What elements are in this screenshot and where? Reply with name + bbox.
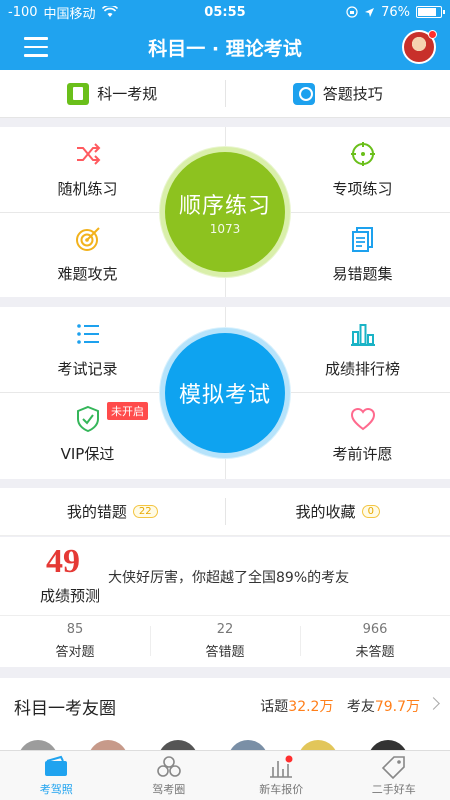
tips-link-label: 答题技巧	[322, 85, 383, 103]
score-prediction-panel: 49 成绩预测 大侠好厉害，你超越了全国89%的考友 85 答对题 22 答错题…	[0, 537, 450, 667]
rules-link[interactable]: 科一考规	[0, 70, 225, 117]
prediction-message: 大侠好厉害，你超越了全国89%的考友	[108, 570, 350, 586]
favorites-count-badge: 0	[361, 505, 380, 518]
wrong-label: 答错题	[205, 645, 245, 660]
sequential-practice-count: 1073	[209, 222, 241, 236]
avatar[interactable]	[18, 740, 58, 750]
chevron-right-icon	[427, 697, 440, 710]
quick-links-row: 科一考规 答题技巧	[0, 70, 450, 118]
avatar[interactable]	[88, 740, 128, 750]
tab-community-label: 驾考圈	[152, 782, 186, 796]
location-arrow-icon	[365, 7, 375, 17]
avatar[interactable]	[158, 740, 198, 750]
practice-panel: 随机练习 专项练习 难题攻克 易错题集 顺序练习 1073	[0, 127, 450, 297]
friends-count: 79.7万	[374, 699, 420, 715]
answer-stats: 85 答对题 22 答错题 966 未答题	[0, 615, 450, 667]
battery-icon	[416, 6, 445, 18]
error-prone-label: 易错题集	[332, 265, 393, 283]
tab-community[interactable]: 驾考圈	[113, 751, 226, 800]
document-stack-icon	[351, 227, 373, 252]
friends-label: 考友	[346, 699, 375, 715]
carrier-name: 中国移动	[43, 6, 96, 22]
avatar[interactable]	[298, 740, 338, 750]
exam-panel: 考试记录 成绩排行榜 VIP保过 未开启 考前许愿 模拟考试	[0, 307, 450, 479]
bullseye-icon	[75, 227, 100, 251]
header: 科目一 · 理论考试	[0, 24, 450, 70]
predicted-score-label: 成绩预测	[40, 587, 101, 605]
leaderboard-label: 成绩排行榜	[324, 360, 400, 378]
tab-used-cars[interactable]: 二手好车	[338, 751, 450, 800]
list-icon	[76, 324, 99, 344]
status-time: 05:55	[204, 4, 246, 20]
correct-label: 答对题	[55, 645, 95, 660]
price-chart-icon	[270, 755, 293, 778]
tips-link[interactable]: 答题技巧	[226, 70, 450, 117]
status-bar: -100 中国移动 05:55 76%	[0, 0, 450, 24]
tab-new-car-prices-label: 新车报价	[259, 782, 304, 796]
random-practice-label: 随机练习	[57, 180, 118, 198]
community-title: 科目一考友圈	[14, 699, 116, 719]
community-avatar-strip	[0, 738, 450, 750]
predicted-score: 49	[46, 543, 80, 580]
signal-strength: -100	[8, 4, 38, 20]
rotation-lock-icon	[346, 6, 358, 18]
topics-label: 话题	[260, 699, 289, 715]
shield-check-icon	[76, 405, 99, 433]
vip-status-badge: 未开启	[107, 402, 148, 420]
notification-dot	[428, 30, 437, 39]
my-wrong-questions-button[interactable]: 我的错题 22	[0, 488, 225, 535]
menu-icon[interactable]	[24, 37, 48, 57]
tab-new-car-prices[interactable]: 新车报价	[225, 751, 338, 800]
topics-count: 32.2万	[288, 699, 334, 715]
hard-questions-label: 难题攻克	[57, 265, 118, 283]
heart-icon	[350, 407, 375, 431]
battery-fill	[418, 8, 437, 16]
avatar[interactable]	[228, 740, 268, 750]
avatar[interactable]	[368, 740, 408, 750]
exam-records-label: 考试记录	[57, 360, 118, 378]
wrong-stat: 22 答错题	[150, 616, 300, 667]
community-section[interactable]: 科目一考友圈 话题32.2万 考友79.7万	[0, 678, 450, 740]
wifi-icon	[101, 6, 118, 17]
tab-driving-license[interactable]: 考驾照	[0, 751, 113, 800]
wrong-count-badge: 22	[132, 505, 158, 518]
target-crosshair-icon	[350, 142, 375, 166]
vip-pass-label: VIP保过	[60, 445, 115, 463]
top-bar: -100 中国移动 05:55 76% 科目一 · 理论考试	[0, 0, 450, 70]
tips-icon	[292, 82, 315, 105]
unanswered-stat: 966 未答题	[300, 616, 450, 667]
unanswered-label: 未答题	[355, 645, 395, 660]
sequential-practice-label: 顺序练习	[178, 194, 271, 219]
rules-link-label: 科一考规	[97, 85, 158, 103]
battery-percent: 76%	[381, 4, 410, 20]
tab-driving-license-label: 考驾照	[39, 782, 73, 796]
license-card-icon	[45, 755, 68, 776]
shuffle-icon	[76, 143, 100, 165]
price-tag-icon	[381, 755, 405, 779]
community-stats: 话题32.2万 考友79.7万	[260, 696, 420, 716]
correct-stat: 85 答对题	[0, 616, 150, 667]
my-favorites-button[interactable]: 我的收藏 0	[226, 488, 450, 535]
collections-row: 我的错题 22 我的收藏 0	[0, 488, 450, 536]
rules-book-icon	[67, 82, 90, 105]
mock-exam-button[interactable]: 模拟考试	[165, 333, 285, 453]
sequential-practice-button[interactable]: 顺序练习 1073	[165, 152, 285, 272]
mock-exam-label: 模拟考试	[178, 383, 271, 408]
correct-count: 85	[66, 622, 84, 637]
avatar[interactable]	[402, 30, 437, 64]
my-favorites-label: 我的收藏	[295, 503, 356, 521]
bar-chart-icon	[350, 324, 375, 346]
unanswered-count: 966	[362, 622, 388, 637]
circles-icon	[156, 755, 181, 777]
tab-used-cars-label: 二手好车	[371, 782, 416, 796]
topic-practice-label: 专项练习	[332, 180, 393, 198]
bottom-tab-bar: 考驾照 驾考圈 新车报价 二手好车	[0, 750, 450, 800]
wrong-count: 22	[216, 622, 234, 637]
my-wrong-questions-label: 我的错题	[66, 503, 127, 521]
exam-wish-label: 考前许愿	[332, 445, 393, 463]
page-title: 科目一 · 理论考试	[148, 37, 302, 60]
